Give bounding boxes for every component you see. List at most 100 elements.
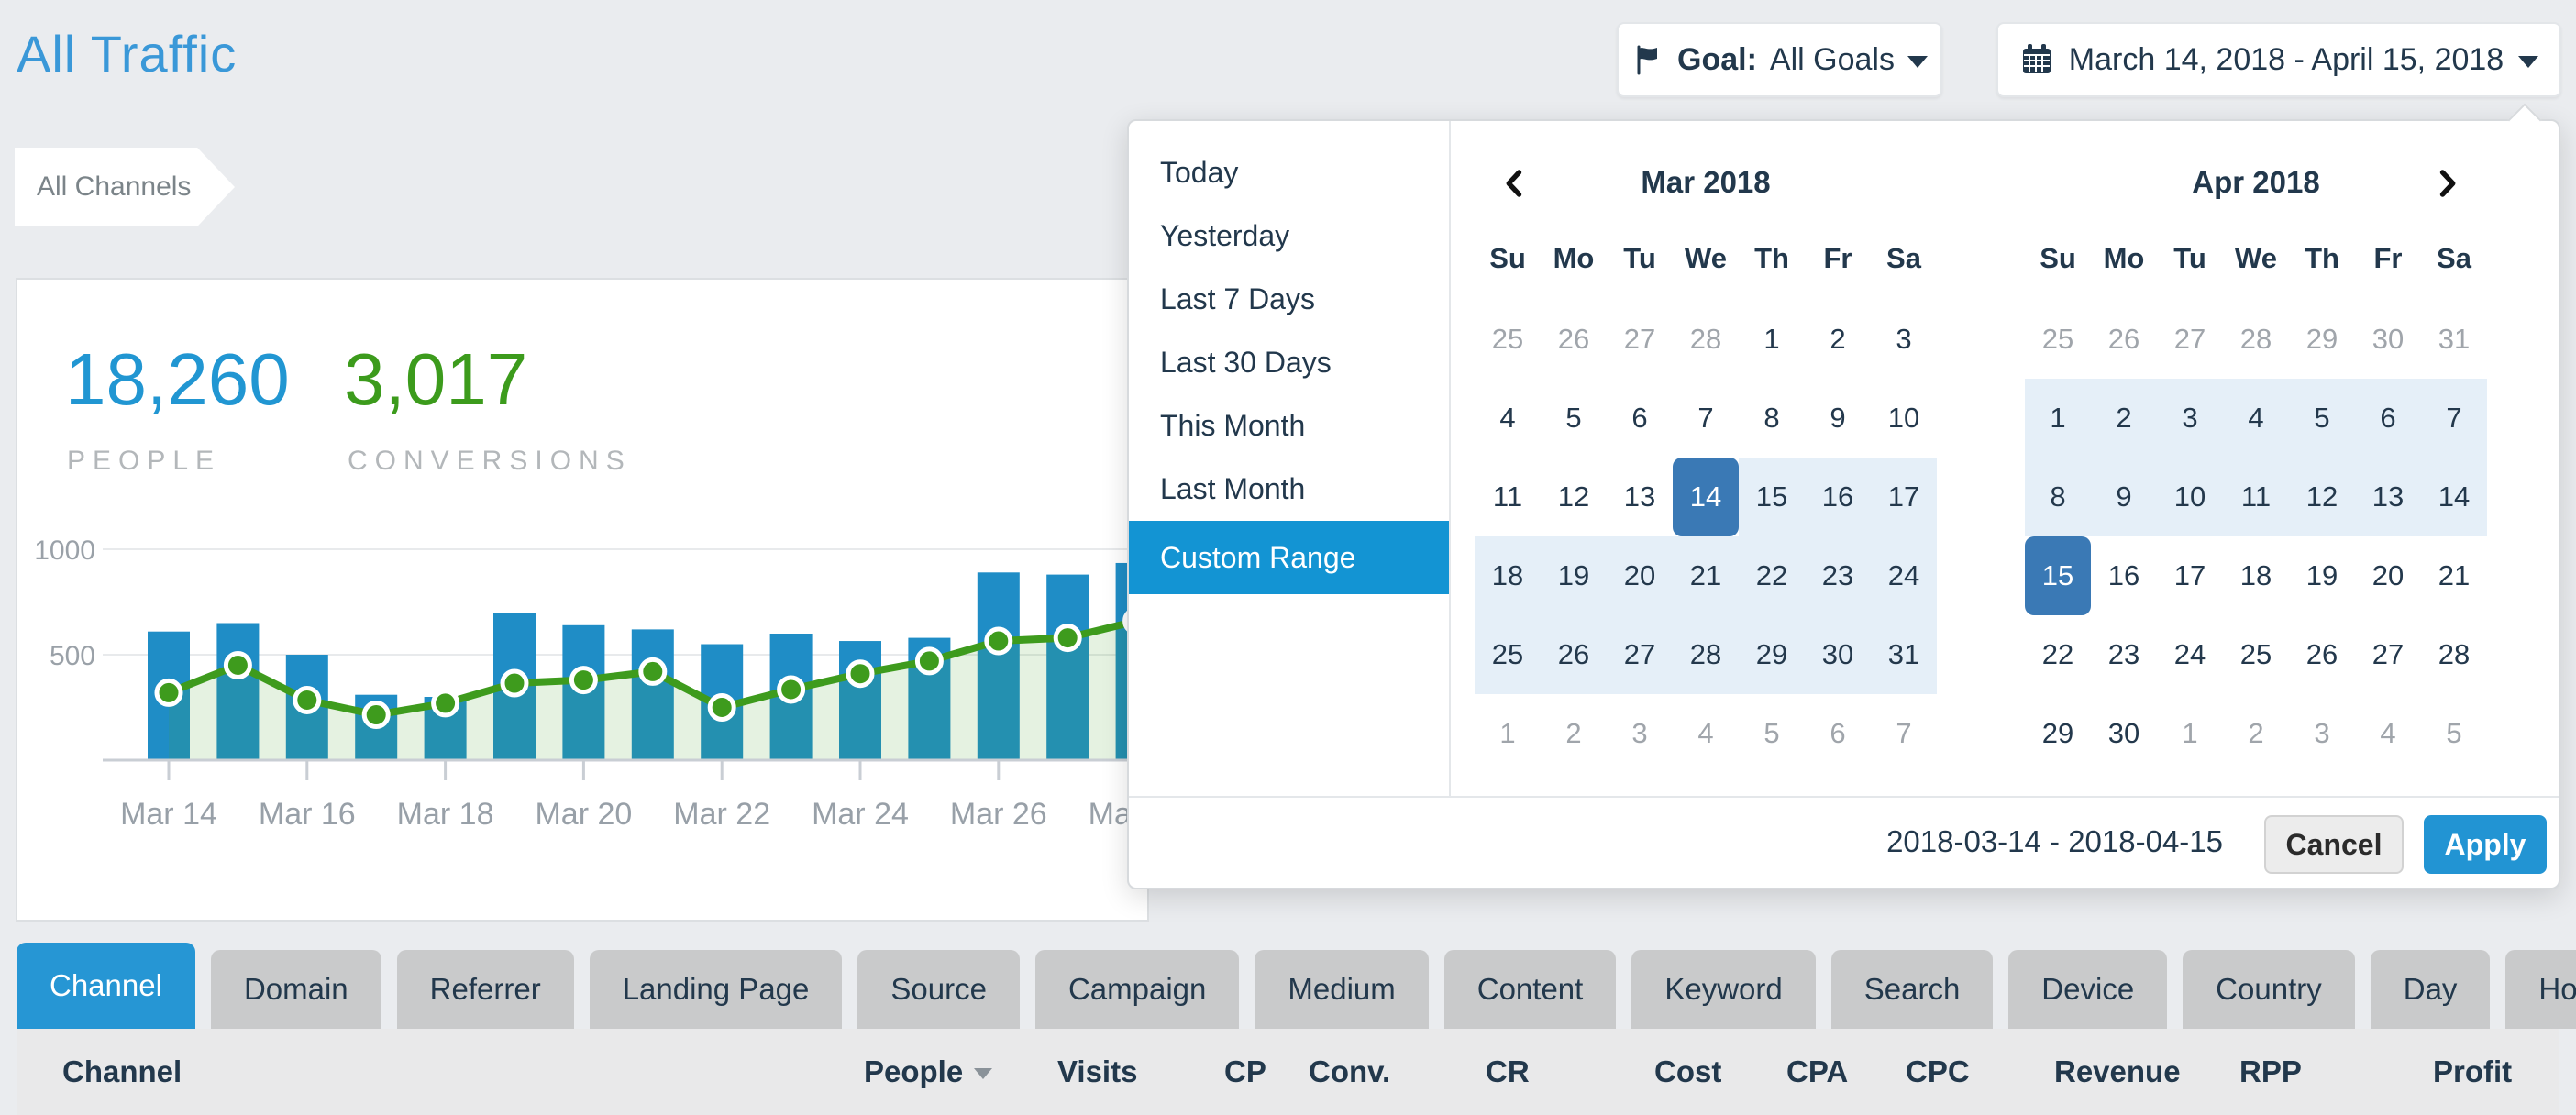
day-cell[interactable]: 30 [2091,694,2157,773]
line-point-mar-25[interactable] [917,649,941,673]
day-cell[interactable]: 31 [1871,615,1937,694]
day-cell[interactable]: 26 [1541,300,1607,379]
day-cell[interactable]: 25 [1475,300,1541,379]
tab-source[interactable]: Source [857,950,1020,1029]
line-point-mar-19[interactable] [503,671,526,695]
day-cell[interactable]: 20 [2355,536,2421,615]
breadcrumb[interactable]: All Channels [15,148,235,226]
day-cell[interactable]: 5 [1541,379,1607,458]
tab-landing-page[interactable]: Landing Page [590,950,843,1029]
day-cell[interactable]: 3 [2157,379,2223,458]
column-header-cp[interactable]: CP [1224,1029,1266,1115]
day-cell[interactable]: 20 [1607,536,1673,615]
column-header-people[interactable]: People [864,1029,992,1115]
column-header-profit[interactable]: Profit [2433,1029,2512,1115]
day-cell[interactable]: 27 [2157,300,2223,379]
line-point-mar-20[interactable] [571,668,595,692]
day-cell[interactable]: 29 [1739,615,1805,694]
day-cell[interactable]: 7 [2421,379,2487,458]
day-cell[interactable]: 21 [1673,536,1739,615]
preset-last-7-days[interactable]: Last 7 Days [1129,268,1449,331]
day-cell[interactable]: 30 [1805,615,1871,694]
day-cell[interactable]: 27 [1607,615,1673,694]
day-cell[interactable]: 2 [1541,694,1607,773]
column-header-visits[interactable]: Visits [1057,1029,1137,1115]
preset-last-month[interactable]: Last Month [1129,458,1449,521]
tab-day[interactable]: Day [2371,950,2491,1029]
tab-hour[interactable]: Hour [2505,950,2576,1029]
day-cell[interactable]: 25 [1475,615,1541,694]
line-point-mar-24[interactable] [848,662,872,686]
day-cell[interactable]: 28 [1673,300,1739,379]
tab-campaign[interactable]: Campaign [1035,950,1239,1029]
day-cell[interactable]: 9 [1805,379,1871,458]
day-cell[interactable]: 23 [1805,536,1871,615]
day-cell[interactable]: 1 [2157,694,2223,773]
day-cell[interactable]: 28 [2421,615,2487,694]
column-header-channel[interactable]: Channel [62,1029,182,1115]
day-cell[interactable]: 27 [2355,615,2421,694]
day-cell[interactable]: 5 [2421,694,2487,773]
tab-channel[interactable]: Channel [17,943,195,1029]
line-point-mar-23[interactable] [779,678,803,701]
column-header-cpc[interactable]: CPC [1906,1029,1970,1115]
day-cell[interactable]: 13 [2355,458,2421,536]
line-point-mar-18[interactable] [434,691,458,715]
line-point-mar-15[interactable] [226,654,249,678]
day-cell[interactable]: 11 [1475,458,1541,536]
day-cell[interactable]: 2 [2223,694,2289,773]
day-cell[interactable]: 17 [1871,458,1937,536]
day-cell[interactable]: 22 [2025,615,2091,694]
day-cell[interactable]: 10 [1871,379,1937,458]
day-cell[interactable]: 12 [1541,458,1607,536]
day-cell[interactable]: 6 [1607,379,1673,458]
tab-keyword[interactable]: Keyword [1631,950,1815,1029]
day-cell[interactable]: 22 [1739,536,1805,615]
column-header-cr[interactable]: CR [1486,1029,1530,1115]
day-cell[interactable]: 2 [1805,300,1871,379]
line-point-mar-27[interactable] [1056,626,1079,650]
day-cell[interactable]: 18 [2223,536,2289,615]
column-header-cpa[interactable]: CPA [1786,1029,1848,1115]
preset-last-30-days[interactable]: Last 30 Days [1129,331,1449,394]
tab-referrer[interactable]: Referrer [397,950,574,1029]
day-cell[interactable]: 7 [1871,694,1937,773]
day-cell[interactable]: 2 [2091,379,2157,458]
tab-country[interactable]: Country [2183,950,2355,1029]
day-cell[interactable]: 16 [2091,536,2157,615]
day-cell-selected[interactable]: 15 [2025,536,2091,615]
day-cell[interactable]: 3 [1607,694,1673,773]
day-cell[interactable]: 19 [2289,536,2355,615]
day-cell[interactable]: 31 [2421,300,2487,379]
day-cell[interactable]: 6 [2355,379,2421,458]
day-cell[interactable]: 29 [2025,694,2091,773]
day-cell-selected[interactable]: 14 [1673,458,1739,536]
day-cell[interactable]: 21 [2421,536,2487,615]
day-cell[interactable]: 19 [1541,536,1607,615]
day-cell[interactable]: 15 [1739,458,1805,536]
column-header-cost[interactable]: Cost [1654,1029,1721,1115]
day-cell[interactable]: 4 [1475,379,1541,458]
preset-this-month[interactable]: This Month [1129,394,1449,458]
column-header-revenue[interactable]: Revenue [2054,1029,2181,1115]
day-cell[interactable]: 3 [1871,300,1937,379]
day-cell[interactable]: 4 [1673,694,1739,773]
day-cell[interactable]: 11 [2223,458,2289,536]
day-cell[interactable]: 12 [2289,458,2355,536]
preset-today[interactable]: Today [1129,141,1449,204]
day-cell[interactable]: 1 [1475,694,1541,773]
preset-yesterday[interactable]: Yesterday [1129,204,1449,268]
day-cell[interactable]: 16 [1805,458,1871,536]
day-cell[interactable]: 26 [1541,615,1607,694]
day-cell[interactable]: 13 [1607,458,1673,536]
day-cell[interactable]: 4 [2355,694,2421,773]
day-cell[interactable]: 10 [2157,458,2223,536]
day-cell[interactable]: 26 [2091,300,2157,379]
day-cell[interactable]: 30 [2355,300,2421,379]
day-cell[interactable]: 29 [2289,300,2355,379]
day-cell[interactable]: 8 [1739,379,1805,458]
tab-search[interactable]: Search [1831,950,1994,1029]
date-range-button[interactable]: March 14, 2018 - April 15, 2018 [1996,22,2561,97]
preset-custom-range[interactable]: Custom Range [1129,521,1449,594]
day-cell[interactable]: 27 [1607,300,1673,379]
